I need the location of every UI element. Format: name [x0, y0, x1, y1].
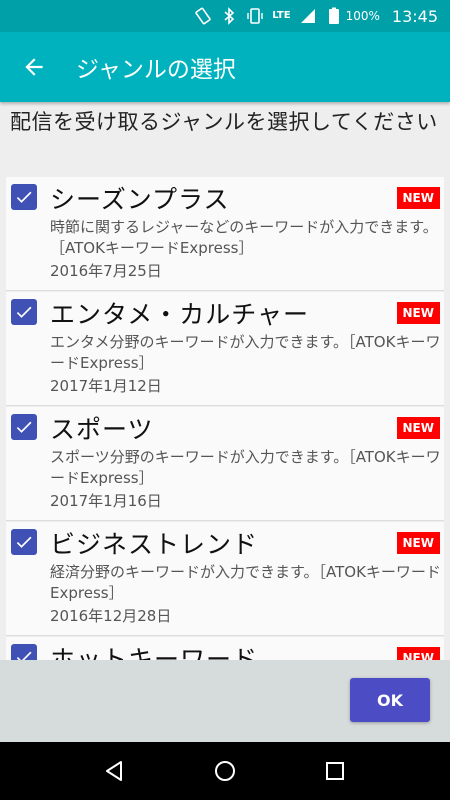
genre-checkbox[interactable]	[11, 184, 37, 210]
genre-description: 経済分野のキーワードが入力できます。［ATOKキーワードExpress］	[50, 563, 441, 602]
genre-checkbox[interactable]	[11, 414, 37, 440]
vibrate-icon	[246, 7, 264, 25]
battery-percent: 100%	[345, 9, 380, 23]
genre-checkbox[interactable]	[11, 644, 37, 660]
new-badge: NEW	[396, 187, 440, 209]
genre-title: ビジネストレンド	[50, 530, 259, 559]
page-title: ジャンルの選択	[76, 57, 236, 83]
new-badge: NEW	[396, 532, 440, 554]
clock: 13:45	[391, 6, 438, 26]
genre-date: 2017年1月12日	[50, 377, 162, 395]
check-icon	[16, 306, 32, 318]
arrow-left-icon	[25, 58, 43, 76]
genre-title: エンタメ・カルチャー	[50, 300, 310, 329]
genre-date: 2017年1月16日	[50, 492, 162, 510]
genre-list[interactable]: シーズンプラス NEW 時節に関するレジャーなどのキーワードが入力できます。［A…	[6, 177, 444, 660]
genre-date: 2016年12月28日	[50, 607, 172, 625]
nav-recents-button[interactable]	[315, 751, 355, 791]
check-icon	[16, 421, 32, 433]
genre-item[interactable]: エンタメ・カルチャー NEW エンタメ分野のキーワードが入力できます。［ATOK…	[6, 292, 444, 406]
genre-checkbox[interactable]	[11, 529, 37, 555]
new-badge: NEW	[396, 417, 440, 439]
genre-description: 時節に関するレジャーなどのキーワードが入力できます。［ATOKキーワードExpr…	[50, 218, 438, 257]
new-badge: NEW	[396, 302, 440, 324]
genre-item[interactable]: ホットキーワード NEW	[6, 637, 444, 660]
check-icon	[16, 651, 32, 660]
genre-item[interactable]: ビジネストレンド NEW 経済分野のキーワードが入力できます。［ATOKキーワー…	[6, 522, 444, 636]
lte-indicator: LTE	[272, 10, 291, 21]
rotate-icon	[194, 7, 212, 25]
genre-description: スポーツ分野のキーワードが入力できます。［ATOKキーワードExpress］	[50, 448, 441, 487]
genre-item[interactable]: スポーツ NEW スポーツ分野のキーワードが入力できます。［ATOKキーワードE…	[6, 407, 444, 521]
genre-title: スポーツ	[50, 415, 154, 444]
action-area: OK	[0, 660, 450, 742]
check-icon	[16, 191, 32, 203]
back-button[interactable]	[4, 32, 64, 102]
genre-date: 2016年7月25日	[50, 262, 162, 280]
new-badge: NEW	[396, 647, 440, 660]
genre-title: ホットキーワード	[50, 645, 259, 660]
battery-icon	[325, 7, 343, 25]
navigation-bar	[0, 742, 450, 800]
genre-checkbox[interactable]	[11, 299, 37, 325]
nav-home-button[interactable]	[205, 751, 245, 791]
ok-button[interactable]: OK	[350, 678, 430, 722]
genre-description: エンタメ分野のキーワードが入力できます。［ATOKキーワードExpress］	[50, 333, 441, 372]
circle-home-icon	[215, 761, 235, 781]
bluetooth-icon	[220, 7, 238, 25]
app-bar: ジャンルの選択	[0, 32, 450, 102]
square-recents-icon	[326, 762, 344, 780]
genre-title: シーズンプラス	[50, 185, 230, 214]
genre-item[interactable]: シーズンプラス NEW 時節に関するレジャーなどのキーワードが入力できます。［A…	[6, 177, 444, 291]
status-bar: LTE 100% 13:45	[0, 0, 450, 32]
instruction-text: 配信を受け取るジャンルを選択してください	[10, 110, 438, 134]
check-icon	[16, 536, 32, 548]
triangle-back-icon	[106, 761, 122, 781]
signal-icon	[299, 7, 317, 25]
nav-back-button[interactable]	[95, 751, 135, 791]
